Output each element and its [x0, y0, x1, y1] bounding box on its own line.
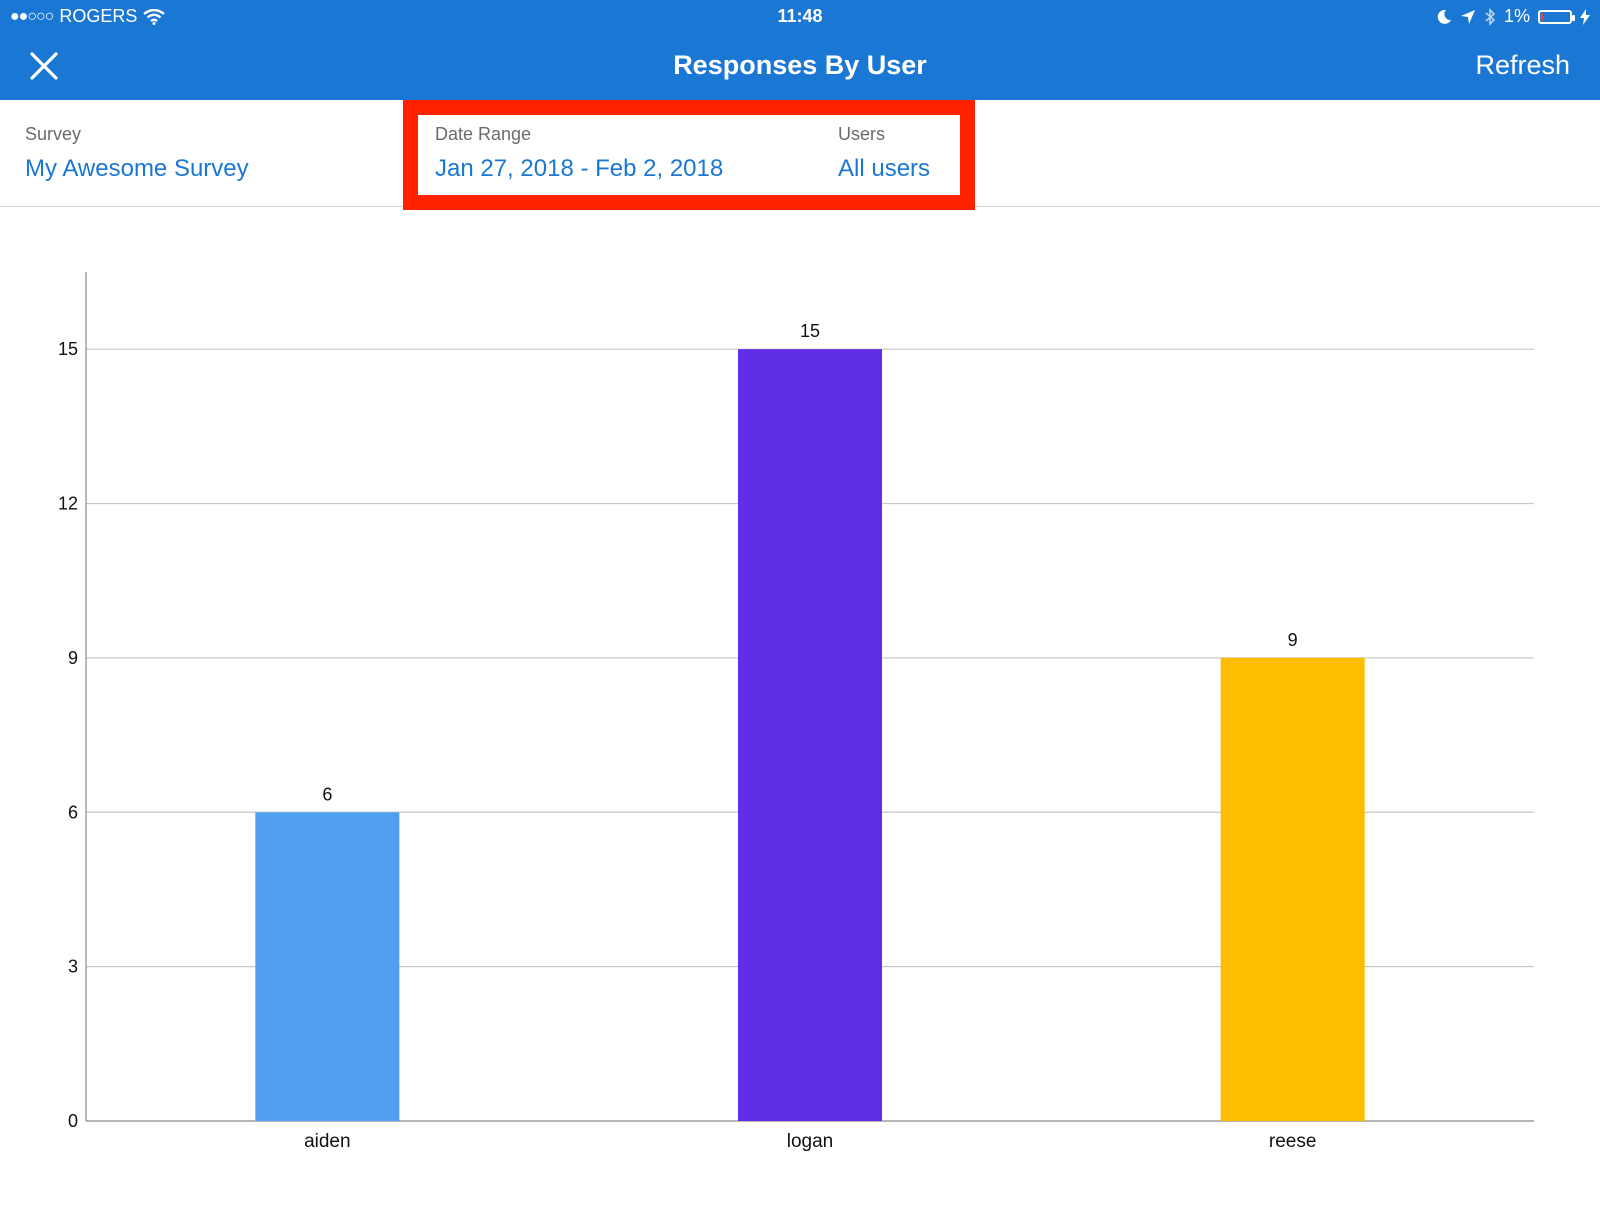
battery-icon [1538, 9, 1575, 24]
data-label: 6 [322, 784, 332, 804]
date-range-label: Date Range [435, 124, 532, 144]
refresh-button[interactable]: Refresh [1475, 50, 1570, 81]
bar-reese [1220, 657, 1365, 1121]
x-tick-label: logan [787, 1131, 834, 1152]
x-tick-label: aiden [304, 1131, 351, 1152]
battery-percent: 1% [1503, 6, 1530, 26]
bar-logan [738, 349, 882, 1121]
y-tick-label: 6 [68, 802, 78, 822]
nav-bar: Responses By User Refresh [0, 34, 1600, 100]
y-tick-label: 9 [68, 648, 78, 668]
date-range-selector[interactable]: Date Range Jan 27, 2018 - Feb 2, 2018 [435, 124, 723, 183]
status-right: 1% [1436, 6, 1590, 27]
date-range-value: Jan 27, 2018 - Feb 2, 2018 [435, 155, 724, 182]
battery-level [1541, 12, 1543, 21]
bluetooth-icon [1485, 7, 1496, 26]
location-arrow-icon [1460, 9, 1475, 24]
status-bar: ●●○○○ ROGERS 11:48 1% [0, 0, 1600, 34]
y-tick-label: 12 [58, 494, 78, 514]
survey-label: Survey [25, 124, 82, 144]
charging-bolt-icon [1580, 8, 1590, 25]
filter-bar: Survey My Awesome Survey Date Range Jan … [0, 100, 1600, 207]
data-label: 15 [800, 321, 820, 341]
users-value: All users [838, 155, 931, 182]
survey-selector[interactable]: Survey My Awesome Survey [25, 124, 249, 183]
status-time: 11:48 [777, 6, 823, 26]
users-label: Users [838, 124, 886, 144]
bar-chart: 0 3 6 9 12 15 6 aiden 15 logan 9 reese [58, 272, 1534, 1152]
x-tick-label: reese [1269, 1131, 1317, 1152]
y-tick-label: 0 [68, 1111, 78, 1131]
page-title: Responses By User [673, 50, 927, 80]
bar-aiden [255, 812, 400, 1121]
users-selector[interactable]: Users All users [838, 124, 930, 183]
moon-icon [1437, 9, 1451, 24]
data-label: 9 [1288, 630, 1298, 650]
y-tick-label: 15 [58, 339, 78, 359]
chart-area: 0 3 6 9 12 15 6 aiden 15 logan 9 reese [0, 210, 1600, 1200]
survey-value: My Awesome Survey [25, 155, 249, 182]
y-tick-label: 3 [68, 957, 78, 977]
